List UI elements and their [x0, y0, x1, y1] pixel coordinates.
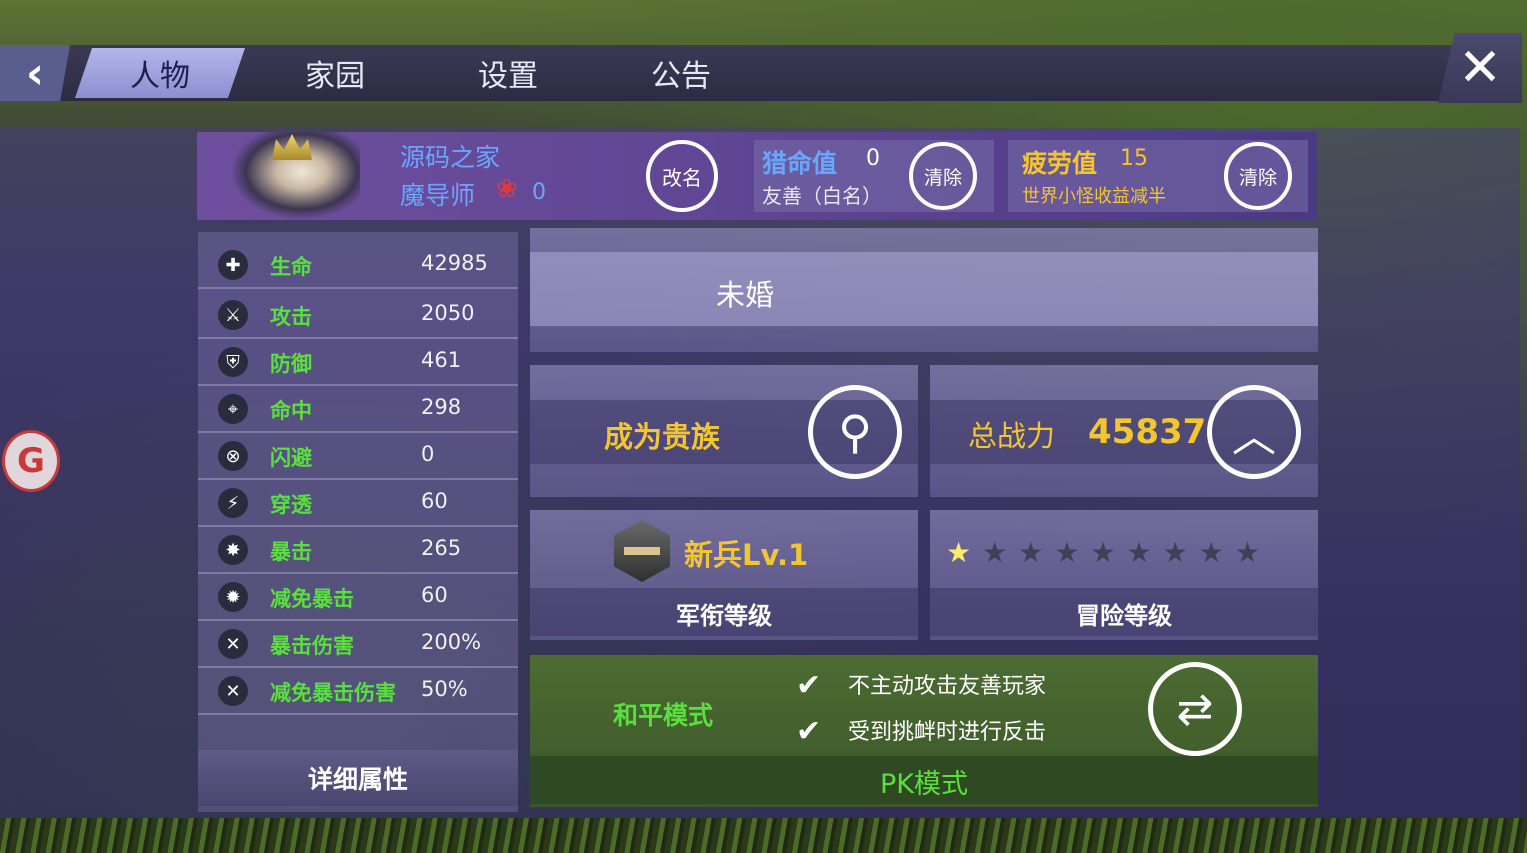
stat-row: ✸ 暴击 265: [198, 528, 518, 574]
fatigue-value: 15: [1120, 146, 1148, 171]
stat-row: ⌖ 命中 298: [198, 387, 518, 433]
pk-mode: 和平模式: [613, 701, 714, 730]
tab-character[interactable]: 人物: [75, 48, 245, 98]
stat-value: 50%: [421, 677, 468, 701]
star-icon: ★: [982, 536, 1008, 569]
crosshair-icon: ⌖: [218, 394, 248, 424]
crit-resist-icon: ✹: [218, 582, 248, 612]
noble-search-button[interactable]: ⚲: [808, 385, 902, 479]
dodge-icon: ⊗: [218, 441, 248, 471]
power-label: 总战力: [968, 419, 1056, 453]
shield-icon: ⛨: [218, 347, 248, 377]
stat-row: ⚡ 穿透 60: [198, 481, 518, 527]
hunt-label: 猎命值: [762, 149, 838, 178]
check-icon: ✔: [796, 714, 822, 749]
stat-row: ✹ 减免暴击 60: [198, 575, 518, 621]
adventure-stars: ★ ★ ★ ★ ★ ★ ★ ★ ★: [946, 536, 1271, 569]
noble-label: 成为贵族: [604, 420, 721, 454]
tab-home[interactable]: 家园: [250, 48, 420, 98]
stat-value: 2050: [421, 301, 475, 325]
pierce-icon: ⚡: [218, 488, 248, 518]
stat-name: 闪避: [270, 446, 312, 470]
check-icon: ✔: [796, 668, 822, 703]
crit-damage-icon: ✕: [218, 629, 248, 659]
star-icon: ★: [1018, 536, 1044, 569]
star-icon: ★: [1234, 536, 1260, 569]
stat-name: 命中: [270, 399, 312, 423]
stat-value: 60: [421, 489, 448, 513]
pk-rule: 不主动攻击友善玩家: [848, 674, 1047, 699]
hunt-clear-button[interactable]: 清除: [909, 142, 977, 210]
tab-announcement[interactable]: 公告: [596, 48, 766, 98]
power-value: 45837: [1088, 412, 1207, 452]
stat-row: ⊗ 闪避 0: [198, 434, 518, 480]
stat-row: ✕ 减免暴击伤害 50%: [198, 669, 518, 715]
chevron-up-icon: ︿: [1232, 411, 1276, 462]
floating-menu-icon[interactable]: G: [2, 430, 60, 492]
stat-value: 298: [421, 395, 462, 419]
marriage-status: 未婚: [716, 278, 775, 312]
close-button[interactable]: ✕: [1438, 33, 1522, 103]
stat-name: 防御: [270, 352, 312, 376]
pk-label: PK模式: [880, 769, 968, 800]
stat-name: 减免暴击: [270, 587, 354, 611]
crit-icon: ✸: [218, 535, 248, 565]
star-icon: ★: [946, 536, 972, 569]
detail-attributes-button[interactable]: 详细属性: [198, 750, 518, 806]
power-expand-button[interactable]: ︿: [1207, 385, 1301, 479]
stat-name: 穿透: [270, 493, 312, 517]
stat-row: ✕ 暴击伤害 200%: [198, 622, 518, 668]
rename-button[interactable]: 改名: [646, 140, 718, 212]
background-grass: [0, 818, 1527, 853]
pk-switch-button[interactable]: ⇄: [1148, 662, 1242, 756]
fatigue-label: 疲劳值: [1022, 149, 1098, 178]
star-icon: ★: [1054, 536, 1080, 569]
stat-name: 暴击: [270, 540, 312, 564]
player-name: 源码之家: [400, 143, 501, 172]
chevron-left-icon: ‹: [25, 47, 45, 99]
military-label: 军衔等级: [676, 602, 772, 630]
stat-name: 暴击伤害: [270, 634, 354, 658]
stat-value: 42985: [421, 251, 488, 275]
military-rank: 新兵Lv.1: [684, 538, 809, 572]
stat-name: 攻击: [270, 305, 312, 329]
adventure-label: 冒险等级: [1076, 602, 1172, 630]
star-icon: ★: [1198, 536, 1224, 569]
stat-value: 265: [421, 536, 462, 560]
stat-value: 0: [421, 442, 435, 466]
stat-value: 461: [421, 348, 462, 372]
star-icon: ★: [1162, 536, 1188, 569]
stat-row: ✚ 生命 42985: [198, 243, 518, 289]
sword-icon: ⚔: [218, 300, 248, 330]
close-icon: ✕: [1458, 38, 1502, 98]
search-icon: ⚲: [838, 405, 872, 459]
plus-icon: ✚: [218, 250, 248, 280]
rose-icon: ❀: [496, 174, 518, 204]
player-class: 魔导师: [400, 181, 476, 210]
hunt-value: 0: [866, 146, 880, 171]
rose-count: 0: [532, 180, 546, 205]
fatigue-clear-button[interactable]: 清除: [1224, 142, 1292, 210]
star-icon: ★: [1090, 536, 1116, 569]
swap-icon: ⇄: [1176, 683, 1214, 735]
crit-damage-resist-icon: ✕: [218, 676, 248, 706]
stat-name: 生命: [270, 255, 312, 279]
back-button[interactable]: ‹: [0, 45, 70, 101]
fatigue-note: 世界小怪收益减半: [1022, 186, 1166, 207]
pk-rule: 受到挑衅时进行反击: [848, 720, 1047, 745]
star-icon: ★: [1126, 536, 1152, 569]
hunt-status: 友善（白名）: [762, 184, 882, 208]
stat-name: 减免暴击伤害: [270, 681, 396, 705]
stat-value: 60: [421, 583, 448, 607]
stat-row: ⚔ 攻击 2050: [198, 293, 518, 339]
stat-value: 200%: [421, 630, 482, 654]
tab-settings[interactable]: 设置: [423, 48, 593, 98]
stat-row: ⛨ 防御 461: [198, 340, 518, 386]
marriage-band: [530, 252, 1318, 326]
